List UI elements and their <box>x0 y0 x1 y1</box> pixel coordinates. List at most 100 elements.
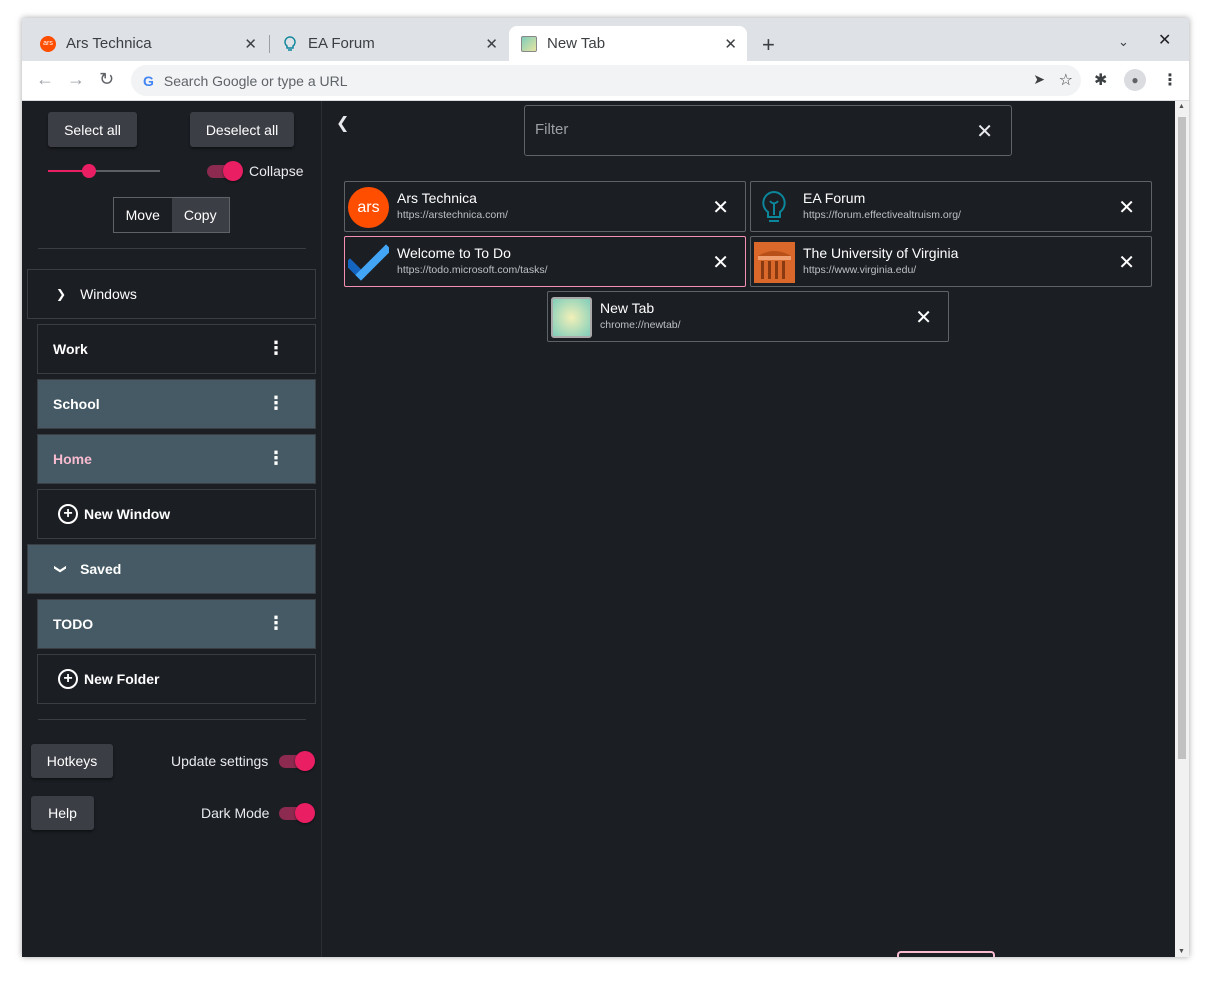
clear-filter-icon[interactable]: ✕ <box>976 119 993 144</box>
close-icon[interactable]: ✕ <box>1118 195 1135 220</box>
tab-card-ars-technica[interactable]: ars Ars Technica https://arstechnica.com… <box>344 181 746 232</box>
scroll-up-icon[interactable]: ▲ <box>1178 103 1185 110</box>
collapse-label: Collapse <box>249 163 304 179</box>
window-item-home[interactable]: Home ⋮ <box>37 434 316 484</box>
checkmark-icon <box>348 242 389 283</box>
size-slider[interactable] <box>48 170 160 172</box>
divider <box>38 719 306 720</box>
saved-section-header[interactable]: ❯ Saved <box>27 544 316 594</box>
new-window-button[interactable]: + New Window <box>37 489 316 539</box>
dark-mode-toggle[interactable] <box>277 802 315 824</box>
help-button[interactable]: Help <box>31 796 94 830</box>
address-input[interactable] <box>163 72 964 89</box>
add-circle-icon: + <box>58 669 78 689</box>
sidebar: Select all Deselect all Collapse Move Co… <box>22 101 322 957</box>
browser-window: ars Ars Technica ✕ EA Forum ✕ New Tab ✕ … <box>22 18 1189 957</box>
lightbulb-icon <box>754 187 795 228</box>
new-tab-thumbnail <box>551 297 592 338</box>
new-folder-label: New Folder <box>84 671 160 687</box>
new-tab-favicon <box>521 35 537 52</box>
folder-name: TODO <box>53 616 94 632</box>
new-window-label: New Window <box>84 506 171 522</box>
windows-section-header[interactable]: ❯ Windows <box>27 269 316 319</box>
window-name: Work <box>53 341 88 357</box>
tab-url: chrome://newtab/ <box>600 319 681 331</box>
tab-url: https://arstechnica.com/ <box>397 209 508 221</box>
snackbar-peek <box>897 951 995 957</box>
slider-thumb[interactable] <box>82 164 96 178</box>
browser-tab-new-tab[interactable]: New Tab ✕ <box>509 26 747 61</box>
browser-tab-ars-technica[interactable]: ars Ars Technica ✕ <box>22 26 267 61</box>
window-name: Home <box>53 451 92 467</box>
dark-mode-label: Dark Mode <box>201 805 270 821</box>
tab-list-panel: ❮ ✕ ars Ars Technica https://arstechnica… <box>322 101 1175 957</box>
new-tab-plus-icon[interactable]: + <box>762 32 775 58</box>
close-icon[interactable]: ✕ <box>485 35 498 53</box>
windows-header-label: Windows <box>80 286 137 302</box>
more-vert-icon[interactable]: ⋮ <box>267 449 285 467</box>
forward-arrow-icon[interactable]: → <box>67 69 85 90</box>
more-vert-icon[interactable]: ⋮ <box>267 394 285 412</box>
divider <box>38 248 306 249</box>
close-icon[interactable]: ✕ <box>724 35 737 53</box>
back-arrow-icon[interactable]: ← <box>36 69 54 90</box>
copy-option[interactable]: Copy <box>171 198 229 232</box>
update-settings-label: Update settings <box>171 753 269 769</box>
new-folder-button[interactable]: + New Folder <box>37 654 316 704</box>
chevron-down-icon: ❯ <box>56 287 67 301</box>
address-bar[interactable]: G ➤ ☆ <box>131 65 1081 96</box>
scrollbar-thumb[interactable] <box>1178 117 1186 759</box>
more-vert-icon[interactable]: ⋮ <box>267 339 285 357</box>
tab-url: https://forum.effectivealtruism.org/ <box>803 209 961 221</box>
close-icon[interactable]: ✕ <box>712 250 729 275</box>
tab-title: New Tab <box>547 35 606 52</box>
browser-toolbar: ← → ↻ G ➤ ☆ ✱ ● ⋮ <box>22 61 1189 101</box>
google-icon: G <box>143 72 154 89</box>
star-icon[interactable]: ☆ <box>1059 70 1073 90</box>
filter-field[interactable]: ✕ <box>524 105 1012 156</box>
close-icon[interactable]: ✕ <box>244 35 257 53</box>
more-vert-icon[interactable]: ⋮ <box>267 614 285 632</box>
ars-technica-logo: ars <box>348 187 389 228</box>
tab-title: The University of Virginia <box>803 245 959 261</box>
tab-card-new-tab[interactable]: New Tab chrome://newtab/ ✕ <box>547 291 949 342</box>
tab-url: https://todo.microsoft.com/tasks/ <box>397 264 548 276</box>
extension-page: Select all Deselect all Collapse Move Co… <box>22 101 1189 957</box>
puzzle-extension-icon[interactable]: ✱ <box>1094 70 1107 90</box>
close-icon[interactable]: ✕ <box>915 305 932 330</box>
tab-card-uva[interactable]: The University of Virginia https://www.v… <box>750 236 1152 287</box>
browser-tab-ea-forum[interactable]: EA Forum ✕ <box>270 26 508 61</box>
window-close-icon[interactable]: ✕ <box>1158 30 1171 50</box>
deselect-all-button[interactable]: Deselect all <box>190 112 294 147</box>
collapse-toggle[interactable] <box>205 160 243 182</box>
close-icon[interactable]: ✕ <box>712 195 729 220</box>
close-icon[interactable]: ✕ <box>1118 250 1135 275</box>
hotkeys-button[interactable]: Hotkeys <box>31 744 113 778</box>
tab-title: Welcome to To Do <box>397 245 511 261</box>
chevron-left-icon[interactable]: ❮ <box>336 113 349 133</box>
window-item-school[interactable]: School ⋮ <box>37 379 316 429</box>
tab-url: https://www.virginia.edu/ <box>803 264 917 276</box>
more-vert-icon[interactable]: ⋮ <box>1162 70 1178 90</box>
move-option[interactable]: Move <box>114 198 172 232</box>
chevron-down-icon[interactable]: ⌄ <box>1118 34 1129 50</box>
window-name: School <box>53 396 100 412</box>
window-item-work[interactable]: Work ⋮ <box>37 324 316 374</box>
lightbulb-icon <box>282 35 298 52</box>
tab-title: Ars Technica <box>66 35 152 52</box>
reload-icon[interactable]: ↻ <box>99 69 114 90</box>
tab-card-microsoft-todo[interactable]: Welcome to To Do https://todo.microsoft.… <box>344 236 746 287</box>
filter-input[interactable] <box>535 121 955 138</box>
update-settings-toggle[interactable] <box>277 750 315 772</box>
rotunda-icon <box>754 242 795 283</box>
tab-title: New Tab <box>600 300 655 316</box>
add-circle-icon: + <box>58 504 78 524</box>
folder-item-todo[interactable]: TODO ⋮ <box>37 599 316 649</box>
scroll-down-icon[interactable]: ▼ <box>1178 948 1185 955</box>
send-icon[interactable]: ➤ <box>1033 71 1045 88</box>
scrollbar[interactable]: ▲ ▼ <box>1175 101 1189 957</box>
profile-avatar-icon[interactable]: ● <box>1124 69 1146 91</box>
tab-title: EA Forum <box>803 190 866 206</box>
select-all-button[interactable]: Select all <box>48 112 137 147</box>
tab-card-ea-forum[interactable]: EA Forum https://forum.effectivealtruism… <box>750 181 1152 232</box>
